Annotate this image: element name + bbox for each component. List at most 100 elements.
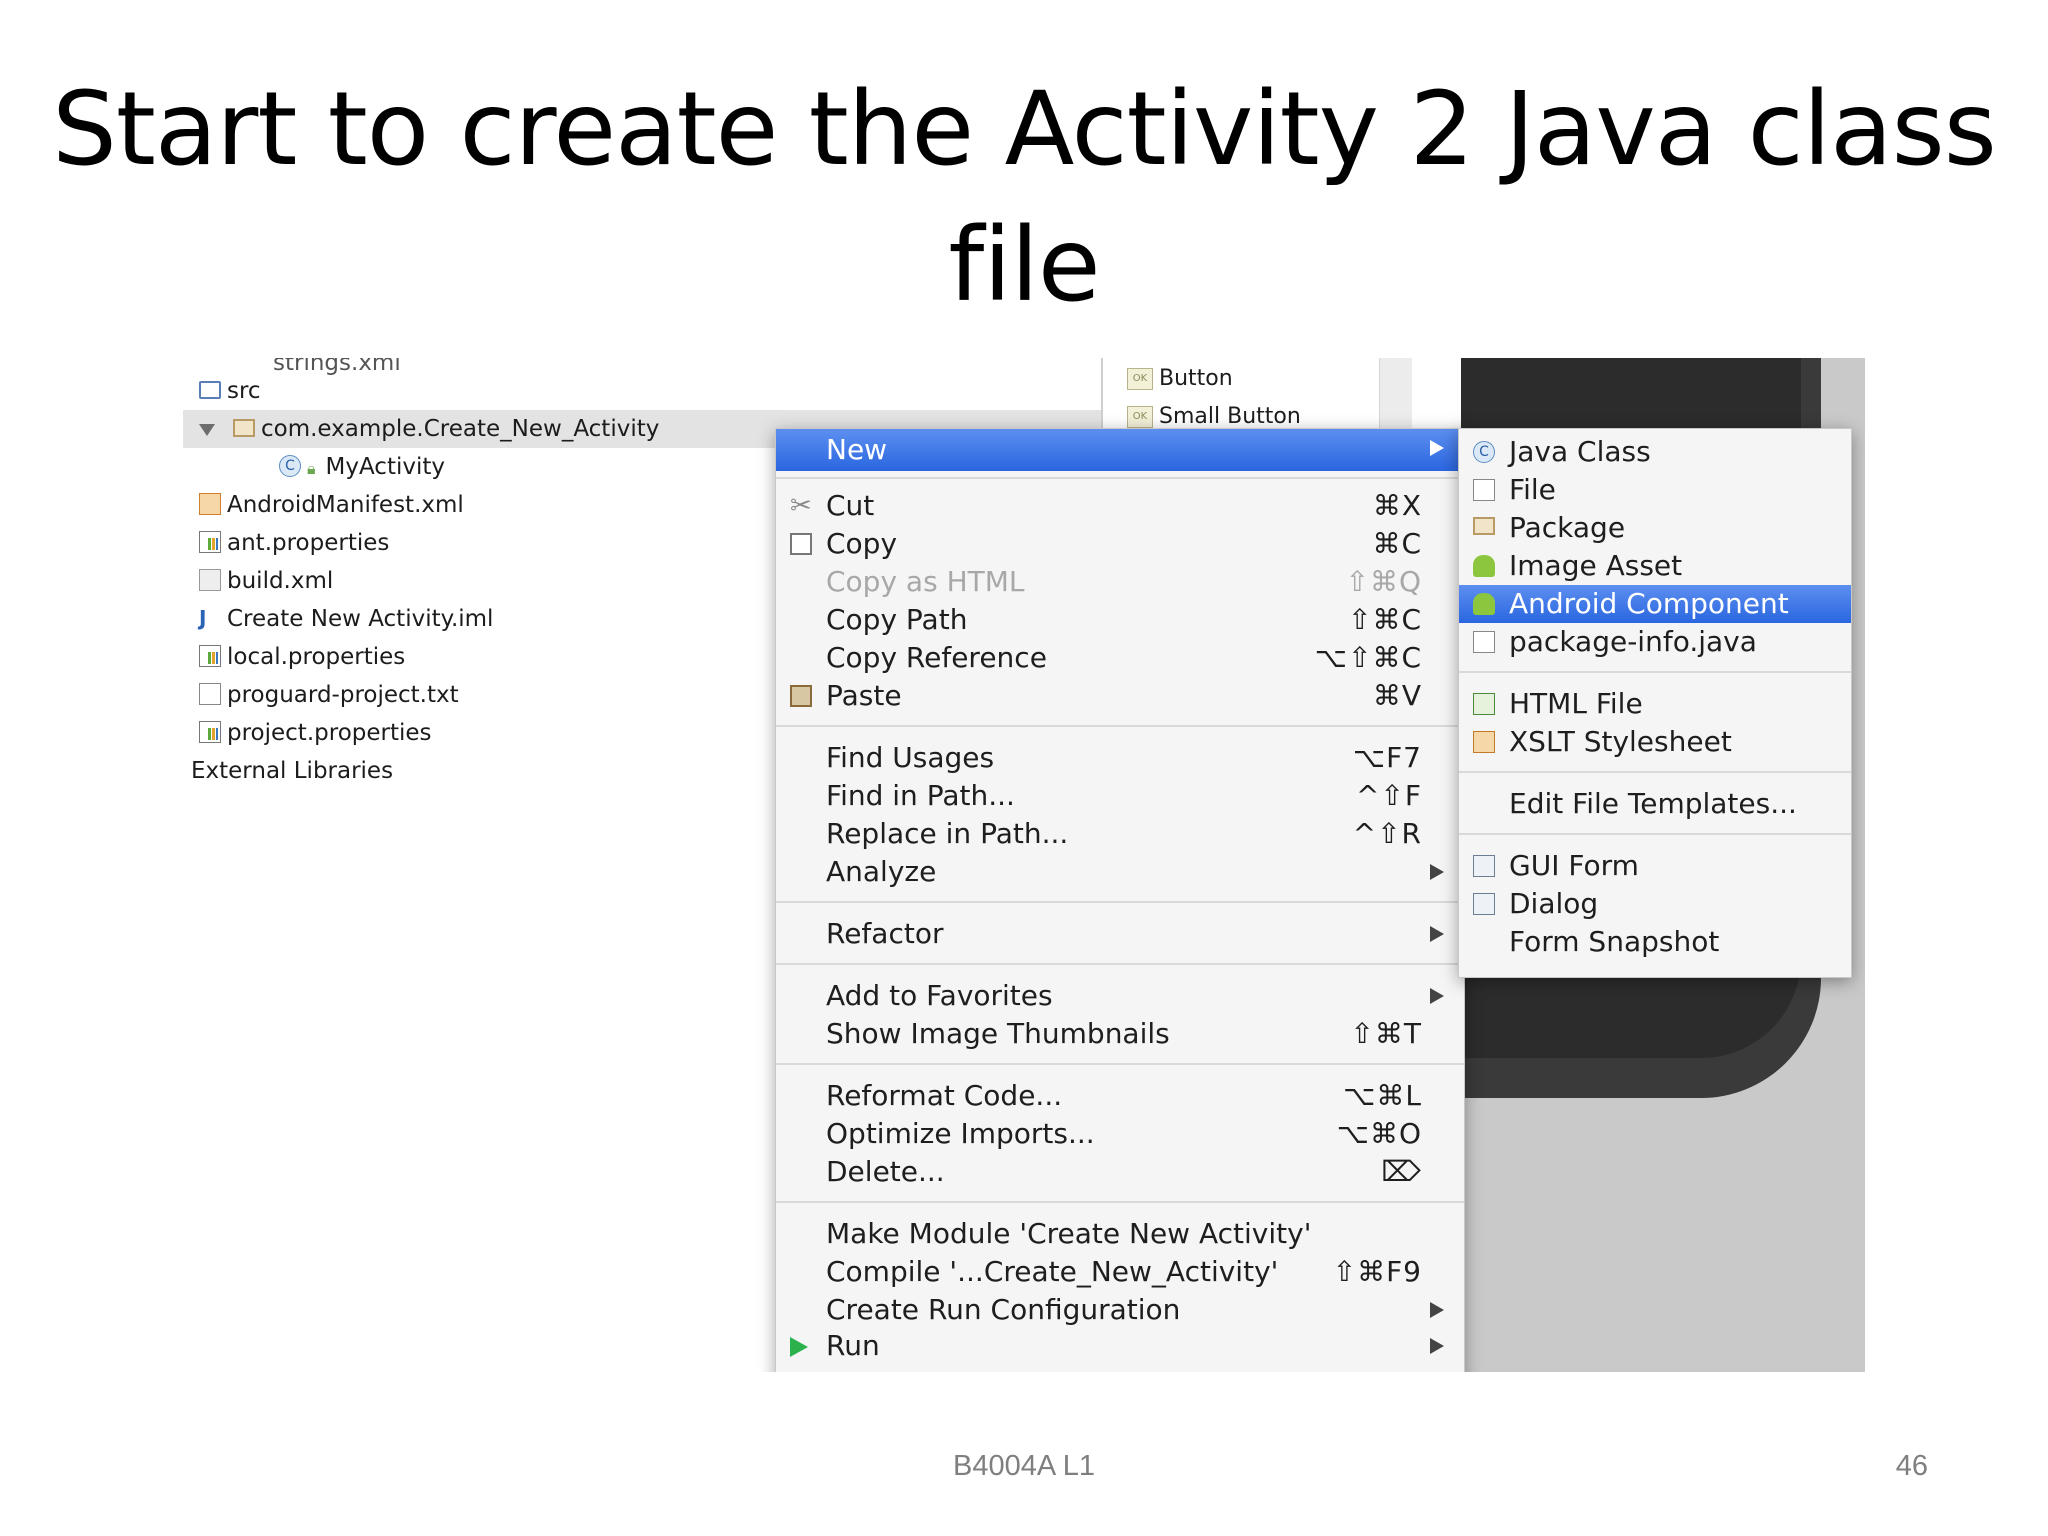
folder-icon [199,380,221,399]
tree-item-build[interactable]: build.xml [199,562,333,600]
file-icon [1473,479,1495,501]
submenu-item-edit-file-templates[interactable]: Edit File Templates... [1459,785,1851,823]
menu-item-cut[interactable]: ✂ Cut ⌘X [776,487,1464,525]
menu-item-optimize-imports[interactable]: Optimize Imports... ⌥⌘O [776,1115,1464,1153]
tree-item-label: External Libraries [191,758,394,784]
properties-file-icon [199,530,221,553]
shortcut-label: ⌘V [1372,679,1422,712]
tree-item-label: project.properties [227,720,432,746]
menu-item-label: New [826,433,888,466]
menu-item-label: Create Run Configuration [826,1293,1181,1326]
tree-item-local[interactable]: local.properties [199,638,405,676]
shortcut-label: ⌥⌘O [1336,1117,1422,1150]
menu-item-add-to-favorites[interactable]: Add to Favorites [776,977,1464,1015]
palette-item-button[interactable]: OK Button [1127,362,1233,396]
tree-item-label: src [227,378,261,404]
submenu-arrow-icon [1430,1338,1444,1354]
palette-item-label: Button [1159,366,1233,391]
tree-item-strings[interactable]: strings.xml [273,358,401,382]
menu-item-new[interactable]: New [776,429,1464,471]
shortcut-label: ⌥F7 [1352,741,1422,774]
menu-item-label: Paste [826,679,902,712]
palette-item-label: Small Button [1159,404,1301,429]
menu-item-find-usages[interactable]: Find Usages ⌥F7 [776,739,1464,777]
button-widget-icon: OK [1127,368,1153,390]
text-file-icon [199,682,221,705]
menu-separator [1459,671,1851,673]
xml-file-icon [199,492,221,515]
tree-item-label: proguard-project.txt [227,682,459,708]
submenu-arrow-icon [1430,926,1444,942]
shortcut-label: ⌥⌘L [1343,1079,1422,1112]
submenu-item-xslt-stylesheet[interactable]: XSLT Stylesheet [1459,723,1851,761]
menu-item-show-image-thumbnails[interactable]: Show Image Thumbnails ⇧⌘T [776,1015,1464,1053]
copy-icon [790,533,812,555]
menu-item-copy-as-html: Copy as HTML ⇧⌘Q [776,563,1464,601]
class-icon: C [1473,441,1495,463]
menu-item-copy-reference[interactable]: Copy Reference ⌥⇧⌘C [776,639,1464,677]
menu-separator [1459,771,1851,773]
submenu-item-html-file[interactable]: HTML File [1459,685,1851,723]
tree-item-ant[interactable]: ant.properties [199,524,389,562]
build-file-icon [199,568,221,591]
submenu-item-package[interactable]: Package [1459,509,1851,547]
menu-item-refactor[interactable]: Refactor [776,915,1464,953]
properties-file-icon [199,720,221,743]
menu-item-make-module[interactable]: Make Module 'Create New Activity' [776,1215,1464,1253]
menu-item-label: Show Image Thumbnails [826,1017,1170,1050]
menu-item-label: Edit File Templates... [1509,787,1797,820]
tree-item-myactivity[interactable]: C 🔒︎ MyActivity [279,448,445,486]
tree-item-iml[interactable]: J Create New Activity.iml [199,600,493,638]
submenu-arrow-icon [1430,440,1444,456]
menu-separator [776,901,1464,903]
tree-item-manifest[interactable]: AndroidManifest.xml [199,486,464,524]
menu-item-label: Refactor [826,917,944,950]
expand-arrow-icon[interactable] [199,423,215,436]
menu-separator [776,963,1464,965]
new-submenu: C Java Class File Package Image Asset And… [1458,428,1852,978]
menu-item-compile[interactable]: Compile '...Create_New_Activity' ⇧⌘F9 [776,1253,1464,1291]
menu-item-label: GUI Form [1509,849,1639,882]
tree-item-label: MyActivity [325,454,445,480]
menu-item-create-run-configuration[interactable]: Create Run Configuration [776,1291,1464,1329]
tree-item-label: AndroidManifest.xml [227,492,464,518]
submenu-item-file[interactable]: File [1459,471,1851,509]
menu-item-label: Replace in Path... [826,817,1069,850]
submenu-item-form-snapshot[interactable]: Form Snapshot [1459,923,1851,961]
tree-item-label: strings.xml [273,358,401,376]
html-file-icon [1473,693,1495,715]
submenu-item-dialog[interactable]: Dialog [1459,885,1851,923]
menu-item-replace-in-path[interactable]: Replace in Path... ^⇧R [776,815,1464,853]
menu-separator [776,477,1464,479]
menu-item-find-in-path[interactable]: Find in Path... ^⇧F [776,777,1464,815]
tree-item-label: build.xml [227,568,334,594]
submenu-item-java-class[interactable]: C Java Class [1459,433,1851,471]
menu-item-label: Copy [826,527,898,560]
menu-item-label: Delete... [826,1155,945,1188]
submenu-item-android-component[interactable]: Android Component [1459,585,1851,623]
menu-item-copy-path[interactable]: Copy Path ⇧⌘C [776,601,1464,639]
dialog-icon [1473,893,1495,915]
submenu-item-image-asset[interactable]: Image Asset [1459,547,1851,585]
menu-separator [776,1063,1464,1065]
tree-item-src[interactable]: src [199,372,261,410]
tree-item-project[interactable]: project.properties [199,714,432,752]
menu-item-delete[interactable]: Delete... ⌦ [776,1153,1464,1191]
menu-item-label: Copy Reference [826,641,1047,674]
tree-item-proguard[interactable]: proguard-project.txt [199,676,459,714]
package-icon [233,418,255,437]
submenu-item-gui-form[interactable]: GUI Form [1459,847,1851,885]
tree-item-external-libraries[interactable]: External Libraries [191,752,393,790]
slide-title: Start to create the Activity 2 Java clas… [0,62,2048,334]
menu-item-paste[interactable]: Paste ⌘V [776,677,1464,715]
delete-key-icon: ⌦ [1381,1155,1422,1188]
tree-item-label: com.example.Create_New_Activity [261,416,660,442]
menu-item-run[interactable]: Run [776,1327,1464,1365]
submenu-item-package-info[interactable]: package-info.java [1459,623,1851,661]
menu-item-reformat-code[interactable]: Reformat Code... ⌥⌘L [776,1077,1464,1115]
menu-item-label: Java Class [1509,435,1651,468]
menu-item-analyze[interactable]: Analyze [776,853,1464,891]
menu-item-label: File [1509,473,1556,506]
menu-item-label: Find Usages [826,741,995,774]
menu-item-copy[interactable]: Copy ⌘C [776,525,1464,563]
